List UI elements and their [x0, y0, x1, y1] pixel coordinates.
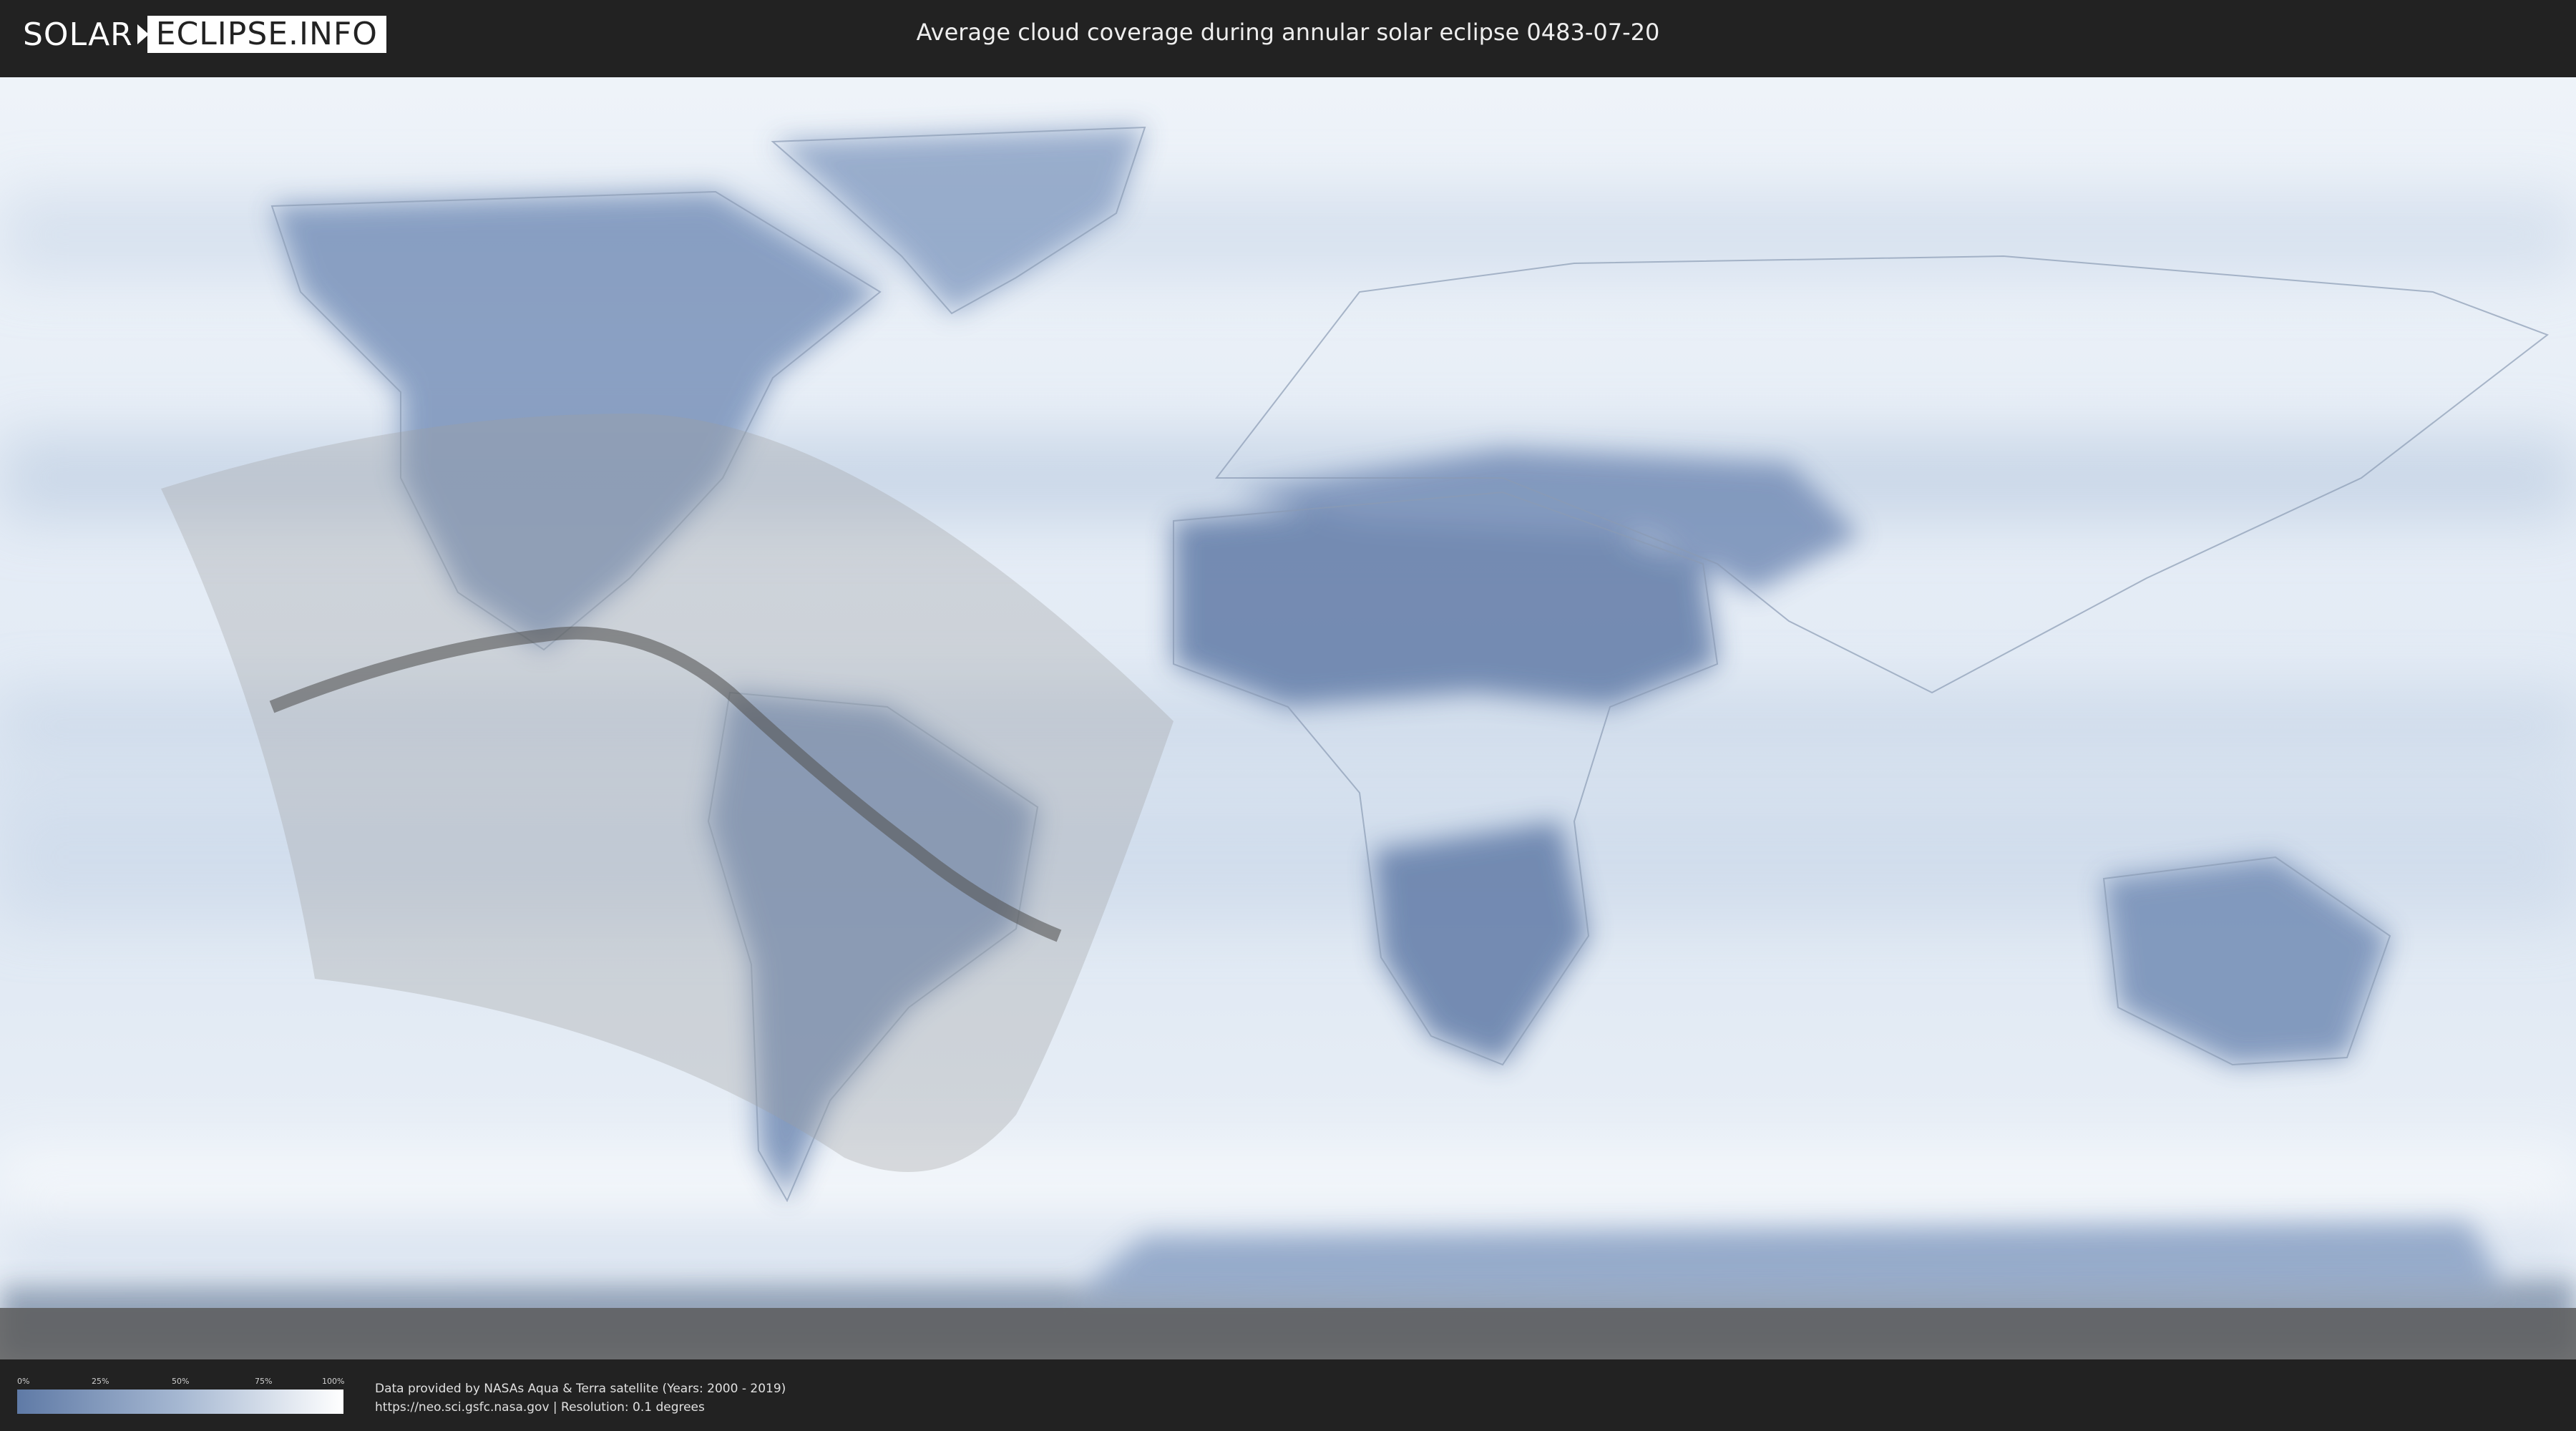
header-bar: SOLAR ECLIPSE.INFO Average cloud coverag… — [0, 0, 2576, 72]
page-title: Average cloud coverage during annular so… — [916, 19, 1660, 46]
legend-gradient-bar — [17, 1390, 343, 1414]
legend-label-25: 25% — [92, 1377, 109, 1386]
polar-night-band — [0, 1308, 2576, 1359]
world-map-svg — [0, 77, 2576, 1359]
credit-line-1: Data provided by NASAs Aqua & Terra sate… — [375, 1382, 786, 1396]
legend-label-0: 0% — [17, 1377, 30, 1386]
legend-label-75: 75% — [255, 1377, 273, 1386]
legend-label-100: 100% — [322, 1377, 345, 1386]
legend-label-50: 50% — [172, 1377, 190, 1386]
credit-line-2[interactable]: https://neo.sci.gsfc.nasa.gov | Resoluti… — [375, 1398, 786, 1417]
cloud-coverage-map — [0, 77, 2576, 1359]
legend-labels: 0% 25% 50% 75% 100% — [17, 1377, 345, 1387]
data-credit: Data provided by NASAs Aqua & Terra sate… — [375, 1379, 786, 1417]
